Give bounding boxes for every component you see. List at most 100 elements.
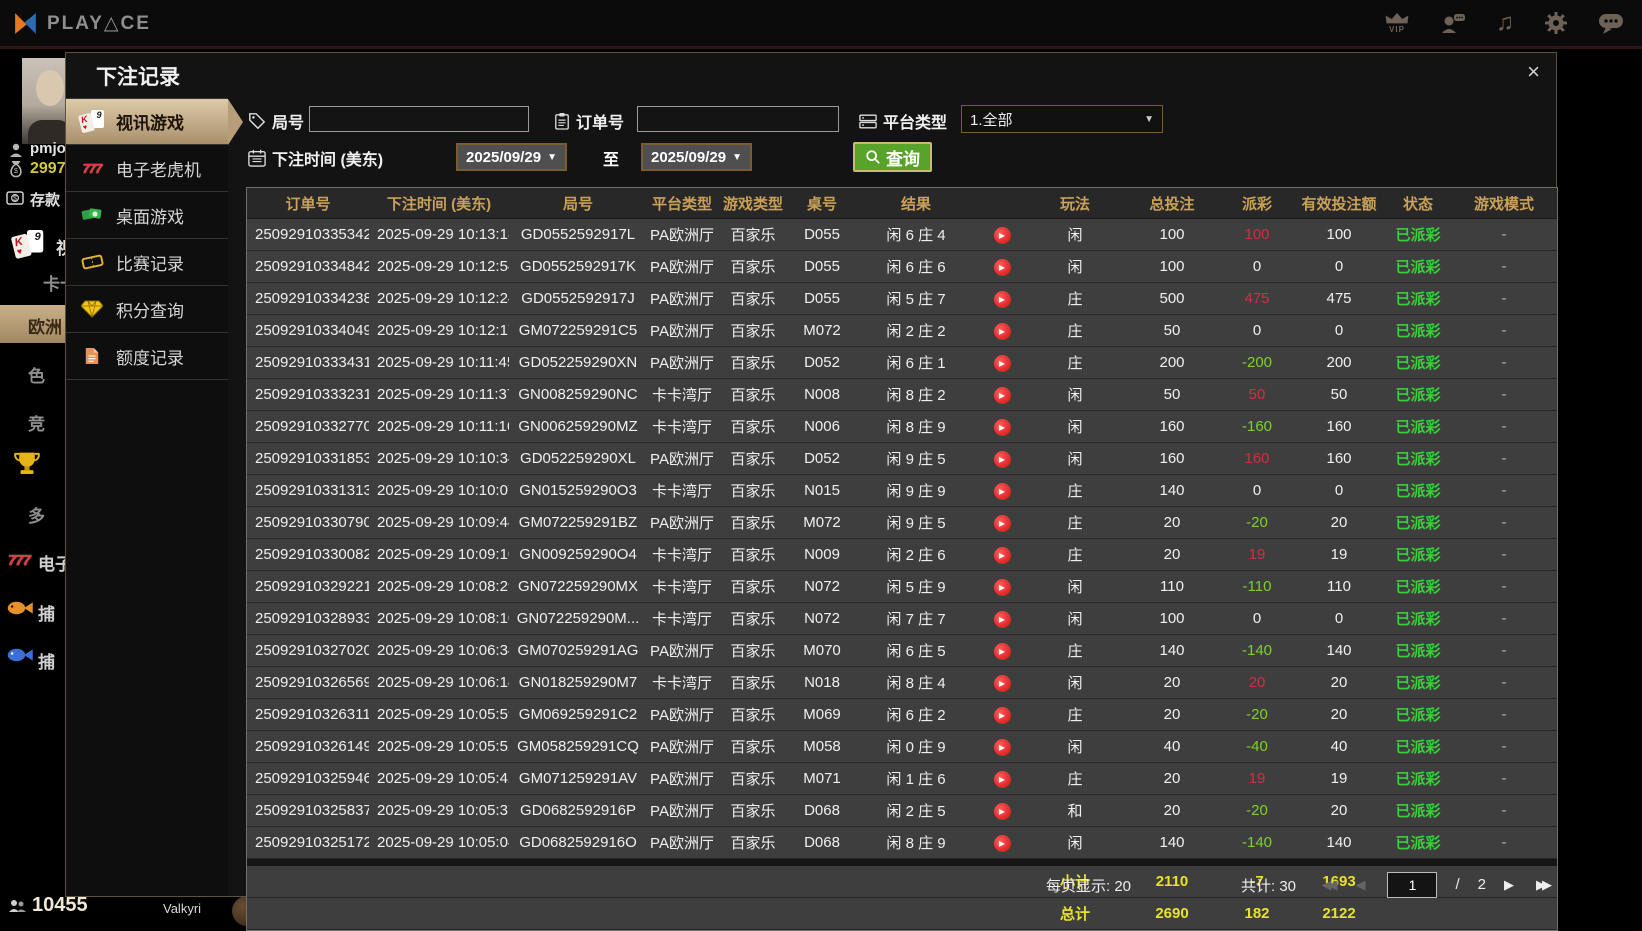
search-icon (866, 150, 880, 164)
sidebar-item-duo[interactable]: 多 (28, 502, 45, 527)
pagination-bar: 每页显示: 20 共计: 30 ◀◀ ◀ / 2 ▶ ▶▶ (246, 871, 1556, 898)
slot-777-icon: 777 (82, 160, 103, 176)
ticket-icon (78, 254, 106, 270)
play-video-icon[interactable]: ▶ (993, 643, 1011, 660)
bottom-game-label: Valkyri (163, 901, 202, 916)
page-number-input[interactable] (1387, 871, 1438, 898)
deposit-icon: $ (6, 191, 24, 205)
per-page-label: 每页显示: 20 (1046, 878, 1132, 895)
play-video-icon[interactable]: ▶ (993, 323, 1011, 340)
slot-777-icon: 777 (8, 552, 31, 569)
total-payout: 182 (1221, 897, 1293, 930)
order-number-label: 订单号 (554, 109, 624, 133)
brand-mark-icon (15, 12, 36, 34)
last-page-icon[interactable]: ▶▶ (1536, 877, 1552, 893)
total-label: 总计 (1027, 897, 1123, 930)
nav-item-slots[interactable]: 777 电子老虎机 (66, 145, 228, 192)
table-row: 250929103265694 2025-09-29 10:06:14 GN0182… (247, 666, 1557, 699)
play-video-icon[interactable]: ▶ (993, 451, 1011, 468)
chat-icon[interactable] (1598, 12, 1624, 35)
svg-text:$: $ (13, 196, 17, 203)
play-video-icon[interactable]: ▶ (993, 707, 1011, 724)
chevron-down-icon: ▼ (1144, 113, 1154, 125)
user-icon (8, 142, 24, 158)
table-row: 250929103270208 2025-09-29 10:06:34 GM0702… (247, 634, 1557, 667)
customer-service-icon[interactable] (1440, 12, 1466, 34)
table-games-icon (78, 206, 106, 224)
modal-title: 下注记录 (96, 66, 180, 89)
tag-icon (249, 113, 266, 130)
play-video-icon[interactable]: ▶ (993, 515, 1011, 532)
nav-item-match-records[interactable]: 比赛记录 (66, 239, 228, 286)
play-video-icon[interactable]: ▶ (993, 739, 1011, 756)
play-video-icon[interactable]: ▶ (993, 387, 1011, 404)
brand-text: PLAY△CE (47, 12, 151, 34)
table-row: 250929103342384 2025-09-29 10:12:24 GD0552… (247, 282, 1557, 315)
play-video-icon[interactable]: ▶ (993, 227, 1011, 244)
play-video-icon[interactable]: ▶ (993, 611, 1011, 628)
page-separator: / (1455, 876, 1460, 893)
date-from-picker[interactable]: 2025/09/29 ▼ (456, 143, 567, 171)
table-row: 250929103289335 2025-09-29 10:08:10 GN0722… (247, 602, 1557, 635)
online-count: 10455 (32, 894, 88, 916)
bet-records-modal: 下注记录 × K9 视讯游戏 777 电子老虎机 桌面游戏 比赛记录 (65, 52, 1558, 931)
table-row: 250929103259462 2025-09-29 10:05:42 GM0712… (247, 762, 1557, 795)
sidebar-item-fishing-1[interactable]: 捕 (38, 600, 55, 625)
clipboard-icon (555, 113, 569, 130)
table-row: 250929103251724 2025-09-29 10:05:04 GD0682… (247, 826, 1557, 859)
play-video-icon[interactable]: ▶ (993, 259, 1011, 276)
sidebar-item-jing[interactable]: 竞 (28, 410, 45, 435)
trophy-icon[interactable] (14, 450, 40, 476)
play-video-icon[interactable]: ▶ (993, 547, 1011, 564)
music-icon[interactable]: ♫ (1496, 11, 1514, 35)
sidebar-item-se[interactable]: 色 (28, 362, 45, 387)
gear-icon[interactable] (1544, 11, 1568, 35)
prev-page-icon[interactable]: ◀ (1355, 877, 1369, 893)
nav-item-table-games[interactable]: 桌面游戏 (66, 192, 228, 239)
next-page-icon[interactable]: ▶ (1504, 877, 1518, 893)
play-video-icon[interactable]: ▶ (993, 803, 1011, 820)
date-to-picker[interactable]: 2025/09/29 ▼ (641, 143, 752, 171)
play-video-icon[interactable]: ▶ (993, 291, 1011, 308)
modal-nav: K9 视讯游戏 777 电子老虎机 桌面游戏 比赛记录 积分查询 (66, 98, 243, 896)
table-row: 250929103332312 2025-09-29 10:11:37 GN0082… (247, 378, 1557, 411)
table-row: 250929103334312 2025-09-29 10:11:45 GD0522… (247, 346, 1557, 379)
play-video-icon[interactable]: ▶ (993, 579, 1011, 596)
diamond-icon (78, 300, 106, 318)
bet-time-label: 下注时间 (美东) (248, 146, 383, 170)
total-valid: 2122 (1293, 897, 1385, 930)
vip-icon[interactable]: VIP (1384, 12, 1410, 34)
order-number-input[interactable] (637, 106, 839, 132)
deposit-button[interactable]: 存款 (30, 189, 60, 210)
table-header: 订单号 下注时间 (美东) 局号 平台类型 游戏类型 桌号 结果 玩法 总投注 … (247, 188, 1557, 219)
table-body: 250929103353421 2025-09-29 10:13:18 GD0552… (247, 218, 1557, 859)
total-pages: 2 (1477, 876, 1486, 893)
nav-item-quota-records[interactable]: 额度记录 (66, 333, 228, 380)
table-row: 250929103292214 2025-09-29 10:08:29 GN0722… (247, 570, 1557, 603)
play-video-icon[interactable]: ▶ (993, 771, 1011, 788)
table-row: 250929103261493 2025-09-29 10:05:52 GM0582… (247, 730, 1557, 763)
play-video-icon[interactable]: ▶ (993, 835, 1011, 852)
first-page-icon[interactable]: ◀◀ (1321, 877, 1337, 893)
close-icon[interactable]: × (1527, 61, 1540, 83)
total-count-label: 共计: 30 (1241, 878, 1297, 895)
play-video-icon[interactable]: ▶ (993, 355, 1011, 372)
video-games-cards-icon: K9 (10, 230, 46, 266)
brand-logo: PLAY△CE (12, 10, 151, 37)
total-bet: 2690 (1123, 897, 1221, 930)
nav-item-points-query[interactable]: 积分查询 (66, 286, 228, 333)
play-video-icon[interactable]: ▶ (993, 483, 1011, 500)
platform-type-select[interactable]: 1.全部 ▼ (961, 105, 1163, 133)
round-number-input[interactable] (309, 106, 529, 132)
play-video-icon[interactable]: ▶ (993, 419, 1011, 436)
search-button[interactable]: 查询 (853, 142, 932, 172)
play-video-icon[interactable]: ▶ (993, 675, 1011, 692)
sidebar-item-fishing-2[interactable]: 捕 (38, 648, 55, 673)
goldfish-icon (4, 598, 34, 618)
svg-text:$: $ (14, 168, 18, 175)
sidebar-item-europe-label[interactable]: 欧洲 (28, 313, 62, 338)
date-to-separator: 至 (603, 152, 620, 169)
total-row: 总计 2690 182 2122 (247, 897, 1557, 930)
nav-item-video-games[interactable]: K9 视讯游戏 (66, 98, 243, 145)
money-bag-icon: $ (8, 160, 24, 178)
